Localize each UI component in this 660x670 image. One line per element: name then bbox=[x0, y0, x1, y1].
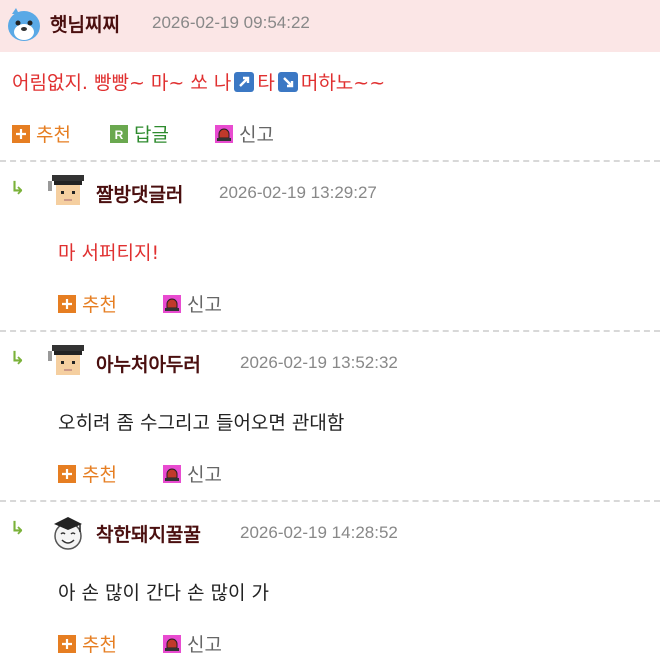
reply-arrow-icon: ↳ bbox=[10, 348, 26, 369]
plus-icon bbox=[58, 464, 76, 483]
plus-icon bbox=[12, 124, 30, 143]
post-body: 어림없지. 빵빵~ 마~ 쏘 나 타 머하노~~ bbox=[12, 68, 385, 95]
comment-text: 아 손 많이 간다 손 많이 가 bbox=[58, 582, 270, 604]
post-date: 2026-02-19 09:54:22 bbox=[152, 13, 310, 32]
comment-date: 2026-02-19 13:52:32 bbox=[240, 353, 398, 372]
comment-recommend-button[interactable]: 추천 bbox=[58, 630, 117, 657]
recommend-label: 추천 bbox=[82, 634, 117, 656]
divider bbox=[0, 330, 660, 332]
pixel-grad-avatar-icon[interactable] bbox=[48, 173, 88, 213]
comment-text: 오히려 좀 수그리고 들어오면 관대함 bbox=[58, 412, 345, 434]
divider bbox=[0, 500, 660, 502]
comment-author[interactable]: 짤방댓글러 bbox=[96, 180, 183, 207]
recommend-label: 추천 bbox=[82, 294, 117, 316]
post-text-part-3: 머하노~~ bbox=[300, 72, 386, 94]
reply-button[interactable]: R 답글 bbox=[110, 120, 169, 147]
reply-label: 답글 bbox=[134, 124, 169, 146]
comment-recommend-button[interactable]: 추천 bbox=[58, 290, 117, 317]
svg-text:R: R bbox=[115, 128, 124, 142]
recommend-label: 추천 bbox=[36, 124, 71, 146]
reply-r-icon: R bbox=[110, 124, 128, 143]
report-button[interactable]: 신고 bbox=[215, 120, 274, 147]
comment-date: 2026-02-19 13:29:27 bbox=[219, 183, 377, 202]
seal-avatar-icon[interactable] bbox=[6, 4, 42, 44]
comment-report-button[interactable]: 신고 bbox=[163, 630, 222, 657]
plus-icon bbox=[58, 294, 76, 313]
divider bbox=[0, 160, 660, 162]
siren-icon bbox=[163, 634, 181, 653]
comment-author[interactable]: 아누처아두러 bbox=[96, 350, 201, 377]
siren-icon bbox=[163, 464, 181, 483]
report-label: 신고 bbox=[187, 464, 222, 486]
comment-author[interactable]: 착한돼지꿀꿀 bbox=[96, 520, 201, 547]
plus-icon bbox=[58, 634, 76, 653]
comment-text: 마 서퍼티지! bbox=[58, 242, 160, 264]
comment-report-button[interactable]: 신고 bbox=[163, 290, 222, 317]
post-header: 햇님찌찌 2026-02-19 09:54:22 bbox=[0, 0, 660, 52]
arrow-up-right-icon bbox=[234, 72, 255, 92]
reply-arrow-icon: ↳ bbox=[10, 518, 26, 539]
comment-date: 2026-02-19 14:28:52 bbox=[240, 523, 398, 542]
post-author[interactable]: 햇님찌찌 bbox=[50, 10, 120, 37]
post-text-part-2: 타 bbox=[257, 72, 275, 94]
siren-icon bbox=[163, 294, 181, 313]
recommend-button[interactable]: 추천 bbox=[12, 120, 71, 147]
report-label: 신고 bbox=[187, 634, 222, 656]
report-label: 신고 bbox=[239, 124, 274, 146]
grad-cap-face-icon[interactable] bbox=[48, 512, 88, 552]
comment-recommend-button[interactable]: 추천 bbox=[58, 460, 117, 487]
report-label: 신고 bbox=[187, 294, 222, 316]
recommend-label: 추천 bbox=[82, 464, 117, 486]
siren-icon bbox=[215, 124, 233, 143]
pixel-grad-avatar-icon[interactable] bbox=[48, 343, 88, 383]
reply-arrow-icon: ↳ bbox=[10, 178, 26, 199]
arrow-down-right-icon bbox=[277, 72, 298, 92]
post-text-part-1: 어림없지. 빵빵~ 마~ 쏘 나 bbox=[12, 72, 232, 94]
comment-report-button[interactable]: 신고 bbox=[163, 460, 222, 487]
